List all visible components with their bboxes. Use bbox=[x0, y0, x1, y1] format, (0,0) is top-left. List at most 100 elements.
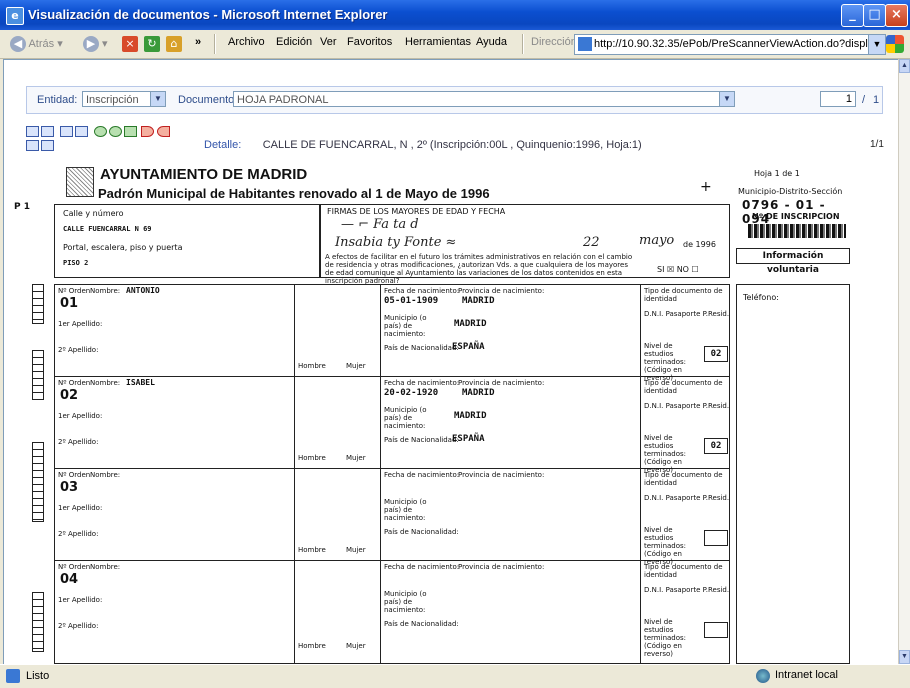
page-total: 1 bbox=[873, 94, 880, 106]
layout-icon[interactable] bbox=[41, 140, 54, 151]
window-titlebar: e Visualización de documentos - Microsof… bbox=[0, 0, 910, 30]
menu-edicion[interactable]: Edición bbox=[276, 36, 312, 48]
maximize-button[interactable]: □ bbox=[863, 4, 886, 27]
menu-archivo[interactable]: Archivo bbox=[228, 36, 265, 48]
address-url: http://10.90.32.35/ePob/PreScannerViewAc… bbox=[594, 38, 886, 50]
voluntary-column: Teléfono: bbox=[736, 284, 850, 664]
portal-value: PISO 2 bbox=[63, 259, 89, 267]
nombre-label: Nombre: bbox=[90, 563, 121, 571]
calle-label: Calle y número bbox=[63, 209, 124, 218]
fecha-nac-value: 05-01-1909 bbox=[384, 296, 439, 306]
documento-label: Documento: bbox=[178, 94, 238, 106]
column-divider bbox=[640, 284, 641, 664]
calle-value: CALLE FUENCARRAL N 69 bbox=[63, 225, 152, 233]
nacionalidad-value: ESPAÑA bbox=[452, 434, 485, 444]
mujer-label: Mujer bbox=[346, 454, 366, 462]
provincia-label: Provincia de nacimiento: bbox=[458, 563, 545, 571]
scroll-down-icon[interactable]: ▼ bbox=[899, 650, 910, 664]
orden-value: 02 bbox=[60, 388, 79, 403]
margin-grid bbox=[32, 592, 44, 652]
nacionalidad-value: ESPAÑA bbox=[452, 342, 485, 352]
zoom-out-icon[interactable] bbox=[109, 126, 122, 137]
hombre-label: Hombre bbox=[298, 642, 326, 650]
minimize-button[interactable]: _ bbox=[841, 4, 864, 27]
provincia-label: Provincia de nacimiento: bbox=[458, 287, 545, 295]
fecha-anio: de 1996 bbox=[683, 240, 716, 249]
forward-icon: ▶ bbox=[83, 36, 99, 52]
back-button[interactable]: ◀ Atrás ▾ bbox=[10, 36, 63, 52]
hombre-label: Hombre bbox=[298, 454, 326, 462]
apellido2-label: 2º Apellido: bbox=[58, 530, 99, 538]
prev-icon[interactable] bbox=[141, 126, 154, 137]
apellido1-label: 1er Apellido: bbox=[58, 412, 103, 420]
nombre-value: ANTONIO bbox=[126, 286, 160, 295]
refresh-button[interactable]: ↻ bbox=[144, 36, 160, 52]
scroll-up-icon[interactable]: ▲ bbox=[899, 59, 910, 73]
provincia-value: MADRID bbox=[462, 388, 495, 398]
vertical-scrollbar[interactable]: ▲ ▼ bbox=[898, 59, 910, 664]
entidad-select[interactable]: Inscripción ▼ bbox=[82, 91, 166, 107]
thumbnail-icon[interactable] bbox=[26, 140, 39, 151]
menu-ayuda[interactable]: Ayuda bbox=[476, 36, 507, 48]
page-input[interactable]: 1 bbox=[820, 91, 856, 107]
inscripcion-label: Nº DE INSCRIPCION bbox=[752, 212, 840, 221]
fecha-nac-value: 20-02-1920 bbox=[384, 388, 439, 398]
fit-icon[interactable] bbox=[124, 126, 137, 137]
provincia-label: Provincia de nacimiento: bbox=[458, 379, 545, 387]
open-icon[interactable] bbox=[26, 126, 39, 137]
zoom-in-icon[interactable] bbox=[94, 126, 107, 137]
detalle-line: Detalle: CALLE DE FUENCARRAL, N , 2º (In… bbox=[204, 139, 642, 151]
intranet-icon bbox=[756, 669, 770, 683]
forward-button[interactable]: ▶ ▾ bbox=[83, 36, 108, 52]
toolbar-divider bbox=[522, 34, 524, 54]
apellido1-label: 1er Apellido: bbox=[58, 504, 103, 512]
pais-nac-label: País de Nacionalidad: bbox=[384, 528, 459, 536]
fecha-mes: mayo bbox=[639, 233, 675, 248]
provincia-label: Provincia de nacimiento: bbox=[458, 471, 545, 479]
fecha-nac-label: Fecha de nacimiento: bbox=[384, 563, 460, 571]
menu-favoritos[interactable]: Favoritos bbox=[347, 36, 392, 48]
chevron-down-icon[interactable]: ▼ bbox=[868, 35, 885, 54]
save-icon[interactable] bbox=[41, 126, 54, 137]
detalle-text: CALLE DE FUENCARRAL, N , 2º (Inscripción… bbox=[262, 139, 642, 151]
orden-value: 04 bbox=[60, 572, 79, 587]
menu-herramientas[interactable]: Herramientas bbox=[405, 36, 471, 48]
orden-label: Nº Orden bbox=[58, 379, 91, 387]
hoja-label: Hoja 1 de 1 bbox=[754, 169, 800, 178]
stop-button[interactable]: × bbox=[122, 36, 138, 52]
status-text: Listo bbox=[26, 670, 50, 682]
print-icon[interactable] bbox=[60, 126, 73, 137]
municipio-label: Municipio (o país) de nacimiento: bbox=[384, 498, 427, 522]
documento-select[interactable]: HOJA PADRONAL ▼ bbox=[233, 91, 735, 107]
scanned-document: AYUNTAMIENTO DE MADRID Padrón Municipal … bbox=[14, 162, 857, 665]
person-row: Nº Orden Nombre: ANTONIO 01 1er Apellido… bbox=[54, 284, 730, 382]
telefono-label: Teléfono: bbox=[743, 293, 779, 302]
orden-label: Nº Orden bbox=[58, 287, 91, 295]
mujer-label: Mujer bbox=[346, 362, 366, 370]
firmas-note: A efectos de facilitar en el futuro los … bbox=[325, 253, 633, 285]
muni-label: Municipio-Distrito-Sección bbox=[738, 187, 843, 196]
nombre-value: ISABEL bbox=[126, 378, 155, 387]
print-all-icon[interactable] bbox=[75, 126, 88, 137]
dni-label: D.N.I. Pasaporte P.Resid. bbox=[644, 494, 730, 502]
orden-label: Nº Orden bbox=[58, 471, 91, 479]
home-button[interactable]: ⌂ bbox=[166, 36, 182, 52]
tipo-doc-label: Tipo de documento de identidad bbox=[644, 471, 723, 487]
orden-value: 01 bbox=[60, 296, 79, 311]
chevron-down-icon: ▼ bbox=[150, 92, 165, 106]
toolbar-overflow[interactable]: » bbox=[195, 36, 201, 48]
next-icon[interactable] bbox=[157, 126, 170, 137]
address-bar[interactable]: http://10.90.32.35/ePob/PreScannerViewAc… bbox=[574, 34, 886, 55]
dni-label: D.N.I. Pasaporte P.Resid. bbox=[644, 586, 730, 594]
stop-icon: × bbox=[122, 36, 138, 52]
close-button[interactable]: × bbox=[885, 4, 908, 27]
mujer-label: Mujer bbox=[346, 642, 366, 650]
back-label: Atrás bbox=[28, 37, 55, 50]
apellido1-label: 1er Apellido: bbox=[58, 596, 103, 604]
mujer-label: Mujer bbox=[346, 546, 366, 554]
madrid-crest-icon bbox=[66, 167, 94, 197]
menu-ver[interactable]: Ver bbox=[320, 36, 337, 48]
viewer-toolbar bbox=[26, 126, 226, 156]
municipio-value: MADRID bbox=[454, 319, 487, 329]
municipio-label: Municipio (o país) de nacimiento: bbox=[384, 314, 427, 338]
